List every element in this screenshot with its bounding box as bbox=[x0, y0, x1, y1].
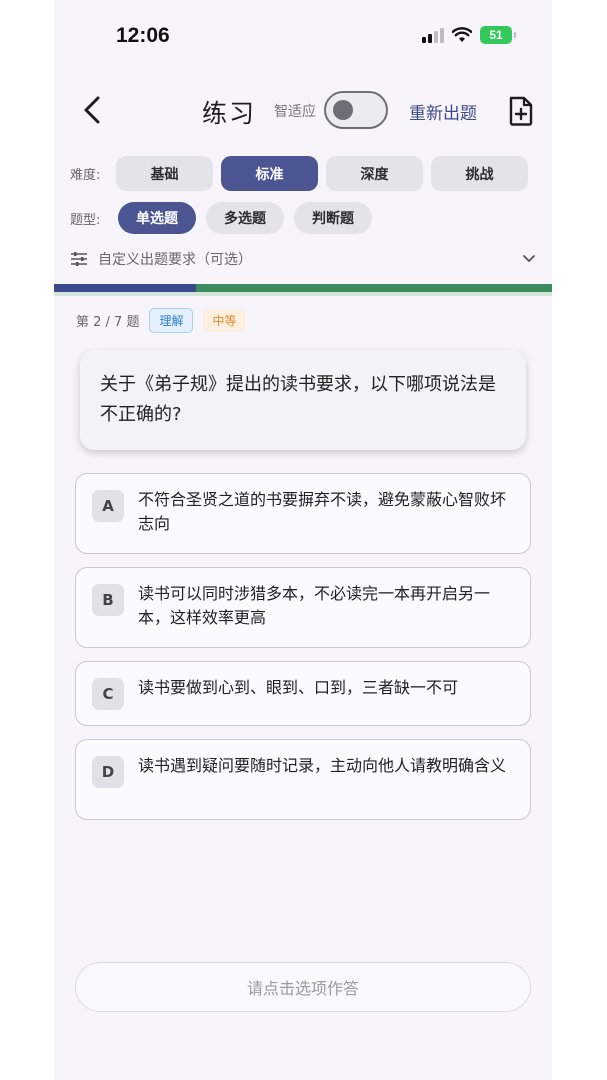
question-meta: 第 2 / 7 题 理解 中等 bbox=[76, 308, 246, 333]
sliders-icon bbox=[71, 252, 87, 266]
option-d[interactable]: D 读书遇到疑问要随时记录，主动向他人请教明确含义 bbox=[75, 739, 531, 820]
status-time: 12:06 bbox=[116, 24, 170, 47]
option-letter: C bbox=[92, 678, 124, 710]
back-button[interactable] bbox=[74, 92, 110, 128]
option-a[interactable]: A 不符合圣贤之道的书要摒弃不读，避免蒙蔽心智败坏志向 bbox=[75, 473, 531, 554]
difficulty-challenge[interactable]: 挑战 bbox=[431, 156, 528, 191]
question-type-label: 题型: bbox=[70, 212, 101, 228]
battery-level: 51 bbox=[489, 28, 503, 42]
adaptive-toggle-label: 智适应 bbox=[274, 104, 316, 120]
type-single-choice[interactable]: 单选题 bbox=[118, 202, 196, 234]
option-letter: B bbox=[92, 584, 124, 616]
type-true-false[interactable]: 判断题 bbox=[294, 202, 372, 234]
custom-requirement-toggle[interactable]: 自定义出题要求（可选） bbox=[70, 248, 536, 270]
difficulty-label: 难度: bbox=[70, 168, 101, 183]
regenerate-button[interactable]: 重新出题 bbox=[409, 99, 477, 124]
question-type-row: 题型: 单选题 多选题 判断题 bbox=[54, 202, 382, 234]
progress-track-shade bbox=[54, 292, 552, 296]
option-text: 读书要做到心到、眼到、口到，三者缺一不可 bbox=[138, 678, 459, 697]
status-indicators: 51 bbox=[422, 26, 516, 44]
skill-tag: 理解 bbox=[149, 308, 194, 333]
adaptive-toggle[interactable] bbox=[324, 91, 388, 129]
page-title: 练习 bbox=[202, 99, 257, 128]
difficulty-row: 难度: 基础 标准 深度 挑战 bbox=[54, 156, 536, 191]
new-document-button[interactable] bbox=[508, 96, 534, 126]
option-b[interactable]: B 读书可以同时涉猎多本，不必读完一本再开启另一本，这样效率更高 bbox=[75, 567, 531, 648]
option-c[interactable]: C 读书要做到心到、眼到、口到，三者缺一不可 bbox=[75, 661, 531, 726]
option-letter: A bbox=[92, 490, 124, 522]
phone-screen: 12:06 51 练习 智适应 重新出题 难度: 基础 标准 深度 挑战 题型:… bbox=[54, 0, 552, 1080]
question-count: 第 2 / 7 题 bbox=[76, 315, 140, 330]
difficulty-deep[interactable]: 深度 bbox=[326, 156, 423, 191]
chevron-left-icon bbox=[84, 96, 100, 124]
question-card: 关于《弟子规》提出的读书要求，以下哪项说法是不正确的? bbox=[80, 350, 526, 450]
option-text: 不符合圣贤之道的书要摒弃不读，避免蒙蔽心智败坏志向 bbox=[138, 490, 507, 533]
option-text: 读书遇到疑问要随时记录，主动向他人请教明确含义 bbox=[138, 756, 507, 775]
type-multiple-choice[interactable]: 多选题 bbox=[206, 202, 284, 234]
wifi-icon bbox=[452, 27, 472, 42]
battery-icon: 51 bbox=[480, 26, 516, 44]
toggle-knob bbox=[333, 100, 353, 120]
document-add-icon bbox=[509, 96, 533, 126]
progress-bar bbox=[54, 284, 552, 296]
option-letter: D bbox=[92, 756, 124, 788]
difficulty-tag: 中等 bbox=[203, 309, 246, 332]
difficulty-basic[interactable]: 基础 bbox=[116, 156, 213, 191]
option-text: 读书可以同时涉猎多本，不必读完一本再开启另一本，这样效率更高 bbox=[138, 584, 491, 627]
submit-answer-button[interactable]: 请点击选项作答 bbox=[75, 962, 531, 1012]
cellular-signal-icon bbox=[422, 27, 444, 43]
custom-requirement-text: 自定义出题要求（可选） bbox=[98, 252, 252, 268]
chevron-down-icon bbox=[523, 255, 535, 263]
difficulty-standard[interactable]: 标准 bbox=[221, 156, 318, 191]
